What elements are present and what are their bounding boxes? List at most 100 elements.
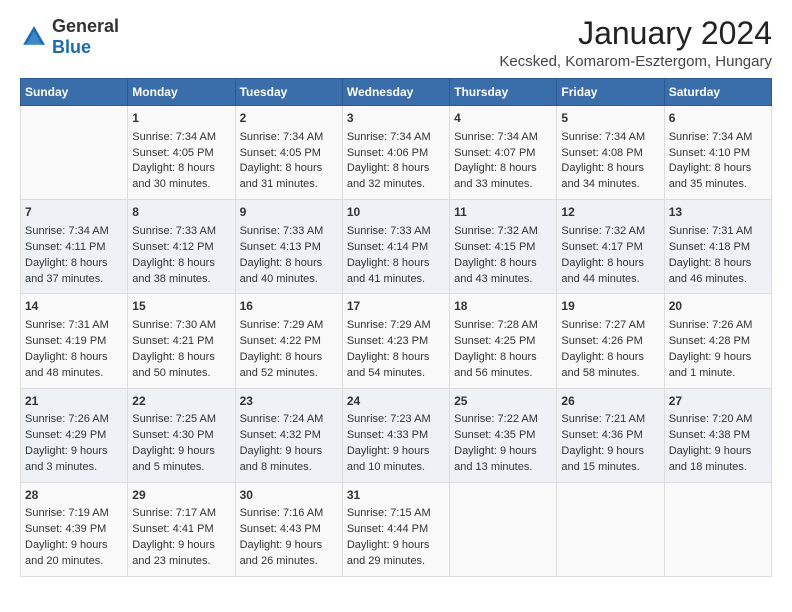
day-info: and 52 minutes. bbox=[240, 367, 318, 379]
day-info: Daylight: 8 hours bbox=[25, 351, 108, 363]
day-info: Daylight: 9 hours bbox=[25, 445, 108, 457]
day-number: 12 bbox=[561, 204, 659, 221]
day-info: Sunset: 4:32 PM bbox=[240, 429, 321, 441]
day-number: 18 bbox=[454, 298, 552, 315]
day-info: Sunset: 4:33 PM bbox=[347, 429, 428, 441]
day-number: 25 bbox=[454, 393, 552, 410]
day-number: 31 bbox=[347, 487, 445, 504]
day-number: 17 bbox=[347, 298, 445, 315]
day-info: Daylight: 9 hours bbox=[669, 445, 752, 457]
calendar-week-4: 21Sunrise: 7:26 AMSunset: 4:29 PMDayligh… bbox=[21, 388, 772, 482]
day-number: 7 bbox=[25, 204, 123, 221]
day-info: Sunrise: 7:34 AM bbox=[132, 131, 216, 143]
calendar-cell: 12Sunrise: 7:32 AMSunset: 4:17 PMDayligh… bbox=[557, 200, 664, 294]
day-info: Sunset: 4:22 PM bbox=[240, 335, 321, 347]
day-info: Daylight: 9 hours bbox=[347, 539, 430, 551]
calendar-cell: 26Sunrise: 7:21 AMSunset: 4:36 PMDayligh… bbox=[557, 388, 664, 482]
day-info: Daylight: 9 hours bbox=[454, 445, 537, 457]
logo-icon bbox=[20, 23, 48, 51]
calendar-cell: 18Sunrise: 7:28 AMSunset: 4:25 PMDayligh… bbox=[450, 294, 557, 388]
day-info: and 10 minutes. bbox=[347, 461, 425, 473]
day-info: Sunrise: 7:28 AM bbox=[454, 319, 538, 331]
day-info: and 37 minutes. bbox=[25, 273, 103, 285]
calendar-cell bbox=[557, 482, 664, 576]
day-info: Sunrise: 7:31 AM bbox=[669, 225, 753, 237]
calendar-week-1: 1Sunrise: 7:34 AMSunset: 4:05 PMDaylight… bbox=[21, 106, 772, 200]
day-info: Sunrise: 7:19 AM bbox=[25, 507, 109, 519]
day-info: Sunset: 4:05 PM bbox=[240, 147, 321, 159]
day-info: Daylight: 9 hours bbox=[132, 539, 215, 551]
day-info: Daylight: 9 hours bbox=[25, 539, 108, 551]
day-info: Daylight: 8 hours bbox=[561, 162, 644, 174]
day-info: Sunrise: 7:29 AM bbox=[347, 319, 431, 331]
col-thursday: Thursday bbox=[450, 79, 557, 106]
calendar-cell: 17Sunrise: 7:29 AMSunset: 4:23 PMDayligh… bbox=[342, 294, 449, 388]
day-info: Sunrise: 7:26 AM bbox=[25, 413, 109, 425]
calendar-body: 1Sunrise: 7:34 AMSunset: 4:05 PMDaylight… bbox=[21, 106, 772, 577]
day-info: Daylight: 9 hours bbox=[347, 445, 430, 457]
day-info: Daylight: 8 hours bbox=[669, 257, 752, 269]
calendar-cell: 9Sunrise: 7:33 AMSunset: 4:13 PMDaylight… bbox=[235, 200, 342, 294]
day-info: Sunset: 4:30 PM bbox=[132, 429, 213, 441]
day-number: 13 bbox=[669, 204, 767, 221]
day-info: and 50 minutes. bbox=[132, 367, 210, 379]
day-info: Sunrise: 7:34 AM bbox=[25, 225, 109, 237]
calendar-cell: 3Sunrise: 7:34 AMSunset: 4:06 PMDaylight… bbox=[342, 106, 449, 200]
day-info: Daylight: 9 hours bbox=[240, 539, 323, 551]
day-info: Sunrise: 7:30 AM bbox=[132, 319, 216, 331]
day-info: and 13 minutes. bbox=[454, 461, 532, 473]
calendar-cell bbox=[450, 482, 557, 576]
day-info: Daylight: 8 hours bbox=[240, 351, 323, 363]
day-info: and 35 minutes. bbox=[669, 178, 747, 190]
day-info: Sunrise: 7:33 AM bbox=[132, 225, 216, 237]
day-info: and 26 minutes. bbox=[240, 555, 318, 567]
calendar-cell: 29Sunrise: 7:17 AMSunset: 4:41 PMDayligh… bbox=[128, 482, 235, 576]
calendar-cell: 15Sunrise: 7:30 AMSunset: 4:21 PMDayligh… bbox=[128, 294, 235, 388]
day-info: Daylight: 8 hours bbox=[347, 257, 430, 269]
col-friday: Friday bbox=[557, 79, 664, 106]
day-info: Sunset: 4:05 PM bbox=[132, 147, 213, 159]
day-info: Sunset: 4:36 PM bbox=[561, 429, 642, 441]
day-info: Sunset: 4:26 PM bbox=[561, 335, 642, 347]
day-info: Sunrise: 7:33 AM bbox=[240, 225, 324, 237]
day-info: Sunset: 4:10 PM bbox=[669, 147, 750, 159]
day-info: and 1 minute. bbox=[669, 367, 736, 379]
day-info: Sunset: 4:35 PM bbox=[454, 429, 535, 441]
calendar-cell: 10Sunrise: 7:33 AMSunset: 4:14 PMDayligh… bbox=[342, 200, 449, 294]
day-info: Sunrise: 7:15 AM bbox=[347, 507, 431, 519]
day-info: Sunrise: 7:29 AM bbox=[240, 319, 324, 331]
day-info: Daylight: 8 hours bbox=[25, 257, 108, 269]
calendar-cell: 25Sunrise: 7:22 AMSunset: 4:35 PMDayligh… bbox=[450, 388, 557, 482]
day-info: Sunrise: 7:24 AM bbox=[240, 413, 324, 425]
day-info: Daylight: 8 hours bbox=[561, 257, 644, 269]
day-info: and 43 minutes. bbox=[454, 273, 532, 285]
day-number: 11 bbox=[454, 204, 552, 221]
day-info: Sunset: 4:06 PM bbox=[347, 147, 428, 159]
day-info: Daylight: 8 hours bbox=[240, 257, 323, 269]
day-info: Daylight: 8 hours bbox=[132, 162, 215, 174]
calendar-cell: 6Sunrise: 7:34 AMSunset: 4:10 PMDaylight… bbox=[664, 106, 771, 200]
day-info: Daylight: 8 hours bbox=[454, 162, 537, 174]
calendar-cell: 2Sunrise: 7:34 AMSunset: 4:05 PMDaylight… bbox=[235, 106, 342, 200]
main-title: January 2024 bbox=[499, 16, 772, 51]
calendar-cell: 8Sunrise: 7:33 AMSunset: 4:12 PMDaylight… bbox=[128, 200, 235, 294]
logo: General Blue bbox=[20, 16, 119, 58]
day-number: 19 bbox=[561, 298, 659, 315]
calendar-cell: 1Sunrise: 7:34 AMSunset: 4:05 PMDaylight… bbox=[128, 106, 235, 200]
day-number: 2 bbox=[240, 110, 338, 127]
day-info: Daylight: 8 hours bbox=[454, 351, 537, 363]
calendar-cell: 7Sunrise: 7:34 AMSunset: 4:11 PMDaylight… bbox=[21, 200, 128, 294]
day-info: Sunrise: 7:21 AM bbox=[561, 413, 645, 425]
day-info: Daylight: 8 hours bbox=[669, 162, 752, 174]
day-info: Daylight: 8 hours bbox=[347, 162, 430, 174]
day-number: 29 bbox=[132, 487, 230, 504]
day-number: 9 bbox=[240, 204, 338, 221]
calendar-cell: 23Sunrise: 7:24 AMSunset: 4:32 PMDayligh… bbox=[235, 388, 342, 482]
day-info: Sunset: 4:14 PM bbox=[347, 241, 428, 253]
day-number: 30 bbox=[240, 487, 338, 504]
calendar-cell: 4Sunrise: 7:34 AMSunset: 4:07 PMDaylight… bbox=[450, 106, 557, 200]
day-info: Sunrise: 7:34 AM bbox=[669, 131, 753, 143]
calendar-cell: 13Sunrise: 7:31 AMSunset: 4:18 PMDayligh… bbox=[664, 200, 771, 294]
calendar-cell: 19Sunrise: 7:27 AMSunset: 4:26 PMDayligh… bbox=[557, 294, 664, 388]
calendar-cell: 28Sunrise: 7:19 AMSunset: 4:39 PMDayligh… bbox=[21, 482, 128, 576]
